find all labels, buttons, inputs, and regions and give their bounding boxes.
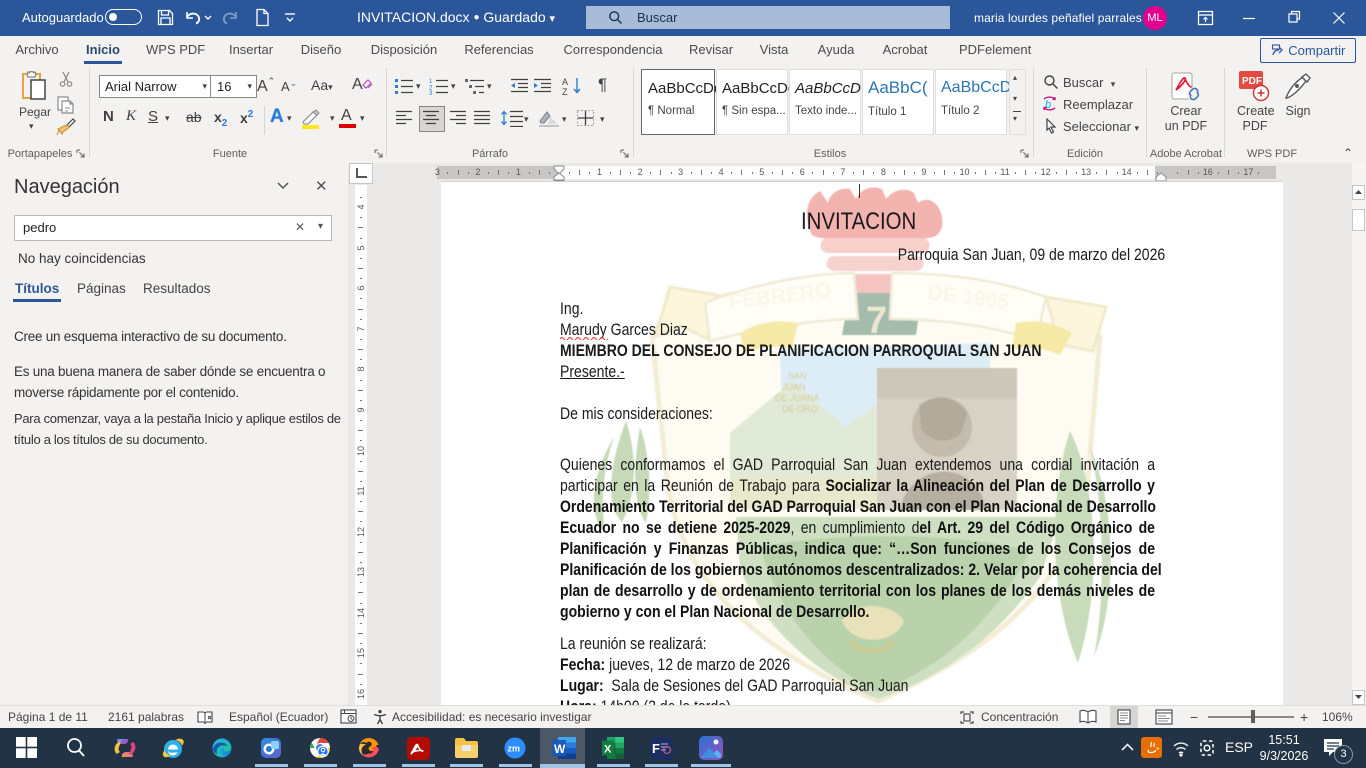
svg-text:DE JUANA: DE JUANA <box>775 393 820 403</box>
svg-text:Z: Z <box>562 87 568 96</box>
svg-text:zm: zm <box>508 744 521 754</box>
svg-text:F: F <box>652 741 660 756</box>
svg-text:SAN: SAN <box>788 371 807 381</box>
svg-text:DE ORO: DE ORO <box>782 404 818 414</box>
svg-text:A: A <box>562 77 568 87</box>
svg-text:7: 7 <box>866 300 887 342</box>
svg-text:JUAN: JUAN <box>782 382 806 392</box>
svg-text:W: W <box>554 742 566 756</box>
svg-text:X: X <box>604 744 612 756</box>
svg-text:1: 1 <box>429 79 433 85</box>
svg-text:3: 3 <box>429 91 433 95</box>
